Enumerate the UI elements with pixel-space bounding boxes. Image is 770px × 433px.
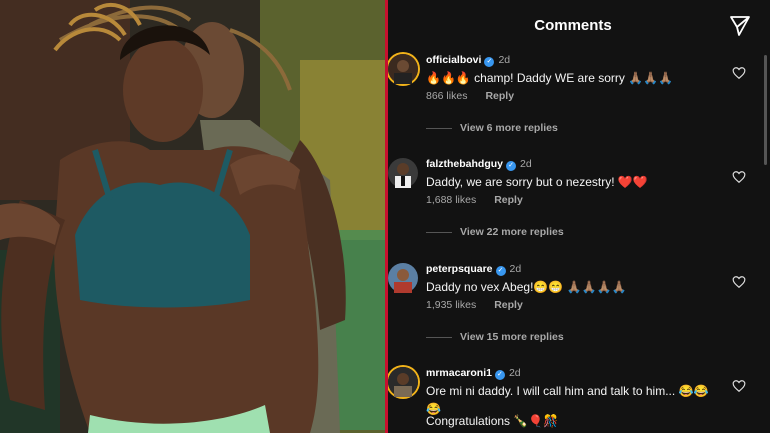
view-more-label: View 6 more replies <box>460 122 558 134</box>
view-more-replies[interactable]: View 15 more replies <box>426 331 564 345</box>
avatar[interactable] <box>388 158 418 188</box>
heart-icon[interactable] <box>732 66 746 80</box>
verified-badge-icon: ✓ <box>484 57 495 67</box>
username[interactable]: peterpsquare <box>426 263 493 275</box>
divider-line <box>426 127 452 129</box>
comment-text: Daddy, we are sorry but o nezestry! ❤️❤️ <box>426 175 648 189</box>
avatar-image <box>388 367 418 397</box>
timestamp: 2d <box>509 263 522 275</box>
avatar-image <box>388 54 418 84</box>
username[interactable]: officialbovi <box>426 54 481 66</box>
send-icon[interactable] <box>728 14 752 38</box>
reply-button[interactable]: Reply <box>494 194 523 206</box>
avatar-image <box>388 158 418 188</box>
comment-item: falzthebahdguy ✓ 2d Daddy, we are sorry bu… <box>388 158 770 263</box>
avatar[interactable] <box>388 54 418 84</box>
comment-header: falzthebahdguy ✓ 2d <box>426 158 532 174</box>
page-title: Comments <box>534 17 612 34</box>
verified-badge-icon: ✓ <box>495 266 506 276</box>
view-more-label: View 22 more replies <box>460 226 564 238</box>
comment-header: peterpsquare ✓ 2d <box>426 263 521 279</box>
view-more-label: View 15 more replies <box>460 331 564 343</box>
verified-badge-icon: ✓ <box>494 370 505 380</box>
timestamp: 2d <box>508 367 521 379</box>
comments-panel: Comments officialbovi ✓ 2d 🔥🔥🔥 champ! Dadd… <box>388 0 770 433</box>
avatar[interactable] <box>388 263 418 293</box>
reply-button[interactable]: Reply <box>494 299 523 311</box>
avatar-image <box>388 263 418 293</box>
timestamp: 2d <box>520 158 532 170</box>
divider-line <box>426 231 452 233</box>
view-more-replies[interactable]: View 22 more replies <box>426 226 564 240</box>
comment-meta: 866 likes Reply <box>426 90 514 102</box>
comment-text-continued: Congratulations 🍾🎈🎊 <box>426 414 559 428</box>
divider-line <box>426 336 452 338</box>
comment-header: officialbovi ✓ 2d <box>426 54 510 70</box>
heart-icon[interactable] <box>732 170 746 184</box>
heart-icon[interactable] <box>732 379 746 393</box>
comment-meta: 1,688 likes Reply <box>426 194 523 206</box>
verified-badge-icon: ✓ <box>506 161 517 171</box>
comments-header: Comments <box>388 0 770 54</box>
comment-item: mrmacaroni1 ✓ 2d Ore mi ni daddy. I will c… <box>388 367 770 433</box>
athlete-photo-illustration <box>0 0 385 433</box>
comment-header: mrmacaroni1 ✓ 2d <box>426 367 521 383</box>
comment-meta: 1,935 likes Reply <box>426 299 523 311</box>
comment-item: peterpsquare ✓ 2d Daddy no vex Abeg!😁😁 🙏🏽🙏… <box>388 263 770 368</box>
view-more-replies[interactable]: View 6 more replies <box>426 122 558 136</box>
post-photo <box>0 0 385 433</box>
like-count[interactable]: 866 likes <box>426 90 467 102</box>
like-count[interactable]: 1,935 likes <box>426 299 476 311</box>
heart-icon[interactable] <box>732 275 746 289</box>
timestamp: 2d <box>498 54 511 66</box>
username[interactable]: falzthebahdguy <box>426 158 503 170</box>
avatar[interactable] <box>388 367 418 397</box>
comment-item: officialbovi ✓ 2d 🔥🔥🔥 champ! Daddy WE are … <box>388 54 770 159</box>
comment-text: 🔥🔥🔥 champ! Daddy WE are sorry 🙏🏽🙏🏽🙏🏽 <box>426 71 674 85</box>
reply-button[interactable]: Reply <box>485 90 514 102</box>
screen: Comments officialbovi ✓ 2d 🔥🔥🔥 champ! Dadd… <box>0 0 770 433</box>
like-count[interactable]: 1,688 likes <box>426 194 476 206</box>
comment-text: Daddy no vex Abeg!😁😁 🙏🏽🙏🏽🙏🏽🙏🏽 <box>426 280 627 294</box>
username[interactable]: mrmacaroni1 <box>426 367 492 379</box>
